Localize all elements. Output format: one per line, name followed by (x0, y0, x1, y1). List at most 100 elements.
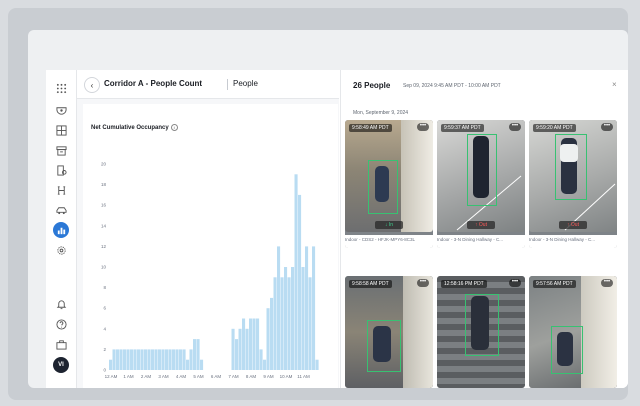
chart-bar[interactable] (315, 359, 319, 370)
close-icon[interactable]: × (612, 80, 617, 89)
panel-time-range: Sep 09, 2024 9:45 AM PDT - 10:00 AM PDT (403, 83, 501, 89)
chart-bar[interactable] (123, 349, 127, 370)
chart-bar[interactable] (116, 349, 120, 370)
chart-bar[interactable] (109, 359, 113, 370)
chart-bar[interactable] (130, 349, 134, 370)
chart-bar[interactable] (259, 349, 263, 370)
chart-bar[interactable] (133, 349, 137, 370)
chart-bar[interactable] (151, 349, 155, 370)
more-icon[interactable]: ••• (417, 279, 429, 287)
analytics-icon[interactable] (53, 222, 69, 238)
chart-bar[interactable] (196, 339, 200, 370)
chart-bar[interactable] (144, 349, 148, 370)
more-icon[interactable]: ••• (417, 123, 429, 131)
chart-bar[interactable] (140, 349, 144, 370)
archive-icon[interactable] (53, 142, 69, 158)
chart-bar[interactable] (238, 328, 242, 370)
chart-bar[interactable] (294, 174, 298, 370)
chart-bar[interactable] (161, 349, 165, 370)
camera-snapshot (437, 120, 525, 232)
chart-bar[interactable] (256, 318, 260, 371)
chart-bar[interactable] (270, 297, 274, 370)
chart-bar[interactable] (277, 246, 281, 370)
main-content: ‹ Corridor A - People Count People Net C… (77, 70, 339, 388)
chart-bar[interactable] (154, 349, 158, 370)
chart-bar[interactable] (284, 267, 288, 370)
chart-bar[interactable] (147, 349, 151, 370)
x-tick-label: 1 AM (123, 374, 134, 379)
more-icon[interactable]: ••• (509, 279, 521, 287)
chart-bar[interactable] (179, 349, 183, 370)
tab-divider (227, 79, 228, 90)
person-thumbnail[interactable]: 9:58:49 AM PDT ••• ↓ In Indoor - CDS2 - … (345, 120, 433, 248)
person-thumbnail[interactable]: 9:58:58 AM PDT ••• (345, 276, 433, 388)
briefcase-icon[interactable] (53, 336, 69, 352)
chart-bar[interactable] (252, 318, 256, 371)
chart-bar[interactable] (182, 349, 186, 370)
more-icon[interactable]: ••• (601, 279, 613, 287)
chart-bar[interactable] (189, 349, 193, 370)
chart-bar[interactable] (112, 349, 116, 370)
x-tick-label: 4 AM (176, 374, 187, 379)
back-button[interactable]: ‹ (84, 77, 100, 93)
network-icon[interactable] (53, 182, 69, 198)
camera-snapshot (345, 120, 433, 232)
person-thumbnail[interactable]: 9:59:20 AM PDT ••• ↑ Out Indoor - 3-N Di… (529, 120, 617, 248)
chart-bar[interactable] (172, 349, 176, 370)
timestamp: 12:58:16 PM PDT (441, 280, 487, 288)
help-icon[interactable] (53, 316, 69, 332)
chart-bar[interactable] (137, 349, 141, 370)
camera-icon[interactable] (53, 102, 69, 118)
dashboard-icon[interactable] (53, 122, 69, 138)
vehicle-icon[interactable] (53, 202, 69, 218)
chart-bar[interactable] (200, 359, 204, 370)
tab-people[interactable]: People (233, 79, 258, 88)
app-body: VI ‹ Corridor A - People Count People Ne… (46, 70, 628, 388)
chart-bar[interactable] (168, 349, 172, 370)
x-tick-label: 5 AM (193, 374, 204, 379)
settings-icon[interactable] (53, 242, 69, 258)
timestamp: 9:58:58 AM PDT (349, 280, 392, 288)
chart-bar[interactable] (242, 318, 246, 371)
chart-bar[interactable] (287, 277, 291, 370)
chart-bar[interactable] (126, 349, 130, 370)
timestamp: 9:59:37 AM PDT (441, 124, 484, 132)
person-thumbnail[interactable]: 12:58:16 PM PDT ••• (437, 276, 525, 388)
y-tick-label: 4 (103, 326, 106, 331)
chart-bar[interactable] (291, 267, 295, 370)
y-tick-label: 14 (101, 223, 107, 228)
x-tick-label: 2 AM (141, 374, 152, 379)
chart-bar[interactable] (273, 277, 277, 370)
avatar[interactable]: VI (53, 357, 69, 373)
more-icon[interactable]: ••• (601, 123, 613, 131)
chart-bar[interactable] (245, 328, 249, 370)
grid-menu-icon[interactable] (53, 80, 69, 96)
chart-bar[interactable] (301, 267, 305, 370)
y-tick-label: 6 (103, 306, 106, 311)
chart-bar[interactable] (308, 277, 312, 370)
building-icon[interactable] (53, 162, 69, 178)
chart-bar[interactable] (193, 339, 197, 370)
chart-bar[interactable] (231, 328, 235, 370)
chart-bar[interactable] (266, 308, 270, 370)
x-tick-label: 10 AM (280, 374, 293, 379)
chart-bar[interactable] (280, 277, 284, 370)
more-icon[interactable]: ••• (509, 123, 521, 131)
camera-snapshot (529, 120, 617, 232)
x-tick-label: 9 AM (263, 374, 274, 379)
chart-bar[interactable] (235, 339, 239, 370)
chart-bar[interactable] (312, 246, 316, 370)
chart-bar[interactable] (298, 194, 302, 370)
bell-icon[interactable] (53, 296, 69, 312)
chart-card: Net Cumulative Occupancy i 0 2 4 6 8 10 12 14 16 1… (83, 104, 338, 388)
chart-bar[interactable] (263, 359, 267, 370)
chart-bar[interactable] (175, 349, 179, 370)
person-thumbnail[interactable]: 9:59:37 AM PDT ••• ↑ Out Indoor - 3-N Di… (437, 120, 525, 248)
chart-bar[interactable] (305, 246, 309, 370)
chart-bar[interactable] (249, 318, 253, 371)
chart-bar[interactable] (158, 349, 162, 370)
person-thumbnail[interactable]: 9:57:56 AM PDT ••• (529, 276, 617, 388)
chart-bar[interactable] (165, 349, 169, 370)
chart-bar[interactable] (119, 349, 123, 370)
chart-bar[interactable] (186, 359, 190, 370)
